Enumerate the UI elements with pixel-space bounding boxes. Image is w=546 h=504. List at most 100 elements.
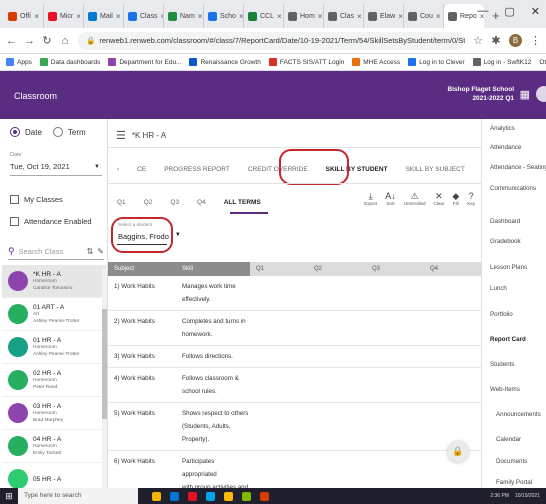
class-list-item[interactable]: 01 ART - A Art Ashley Pearse-Trotter bbox=[2, 298, 106, 331]
browser-tab[interactable]: Hom × bbox=[284, 4, 324, 28]
column-header[interactable]: Q1 bbox=[250, 262, 308, 276]
nav-students[interactable]: Students bbox=[490, 361, 514, 368]
user-avatar[interactable] bbox=[536, 86, 546, 102]
nav-analytics[interactable]: Analytics bbox=[490, 125, 515, 132]
tab-standards[interactable]: STANDARDS bbox=[474, 166, 481, 173]
browser-tab[interactable]: Offi × bbox=[4, 4, 44, 28]
grade-cell[interactable] bbox=[250, 346, 308, 367]
column-header[interactable]: Subject bbox=[108, 262, 176, 276]
grade-cell[interactable] bbox=[308, 451, 366, 488]
bookmark-item[interactable]: Data dashboards bbox=[39, 58, 100, 66]
grade-cell[interactable] bbox=[308, 403, 366, 450]
grade-cell[interactable] bbox=[366, 368, 424, 402]
chevron-left-icon[interactable]: ‹ bbox=[108, 166, 128, 173]
column-header[interactable]: Q4 bbox=[424, 262, 481, 276]
browser-tab[interactable]: Micr × bbox=[44, 4, 84, 28]
reload-icon[interactable]: ↻ bbox=[42, 34, 52, 47]
windows-start-icon[interactable]: ⊞ bbox=[0, 488, 18, 504]
class-list-scrollbar[interactable] bbox=[102, 269, 107, 488]
close-icon[interactable]: × bbox=[318, 12, 323, 21]
browser-tab[interactable]: Nam × bbox=[164, 4, 204, 28]
url-field[interactable]: 🔒 renweb1.renweb.com/classroom/#/class/7/… bbox=[78, 31, 465, 50]
grade-cell[interactable] bbox=[250, 368, 308, 402]
quarter-tab[interactable]: Q2 bbox=[135, 199, 162, 206]
browser-tab[interactable]: Class× bbox=[124, 4, 164, 28]
grade-cell[interactable] bbox=[424, 311, 481, 345]
extensions-icon[interactable]: ✱ bbox=[491, 34, 501, 47]
taskbar-app-icon[interactable] bbox=[152, 491, 161, 501]
close-icon[interactable]: × bbox=[398, 12, 403, 21]
taskbar-app-icon[interactable] bbox=[188, 491, 197, 501]
taskbar-app-icon[interactable] bbox=[170, 491, 179, 501]
column-header[interactable]: Q3 bbox=[366, 262, 424, 276]
nav-communications[interactable]: Communications bbox=[490, 185, 536, 192]
close-icon[interactable]: × bbox=[357, 12, 362, 21]
bookmark-item[interactable]: Renaissance Growth bbox=[189, 58, 261, 66]
grade-cell[interactable] bbox=[250, 276, 308, 310]
sort-icon[interactable]: ⇅ bbox=[87, 247, 94, 256]
browser-tab[interactable]: Mail × bbox=[84, 4, 124, 28]
key-button[interactable]: ? Key bbox=[467, 191, 475, 206]
browser-tab[interactable]: Clas × bbox=[324, 4, 364, 28]
close-icon[interactable]: × bbox=[116, 12, 121, 21]
class-list-item[interactable]: 05 HR - A bbox=[2, 463, 106, 488]
browser-tab[interactable]: CCL × bbox=[244, 4, 284, 28]
grade-cell[interactable] bbox=[308, 346, 366, 367]
nav-portfolio[interactable]: Portfolio bbox=[490, 311, 513, 318]
bookmark-folder[interactable]: Other bookmarks bbox=[539, 59, 546, 66]
quarter-tab[interactable]: ALL TERMS bbox=[215, 199, 270, 206]
bookmark-item[interactable]: MHE Access bbox=[352, 58, 400, 66]
taskbar-app-icon[interactable] bbox=[206, 491, 215, 501]
date-select[interactable]: Tue, Oct 19, 2021 ▼ bbox=[10, 160, 102, 176]
bookmark-item[interactable]: Apps bbox=[6, 58, 32, 66]
close-icon[interactable]: × bbox=[76, 12, 81, 21]
search-class-input[interactable]: ⚲ Search Class ⇅ ✎ bbox=[8, 244, 104, 260]
nav-lunch[interactable]: Lunch bbox=[490, 285, 507, 292]
grade-cell[interactable] bbox=[250, 311, 308, 345]
nav-attendance-seating-chart[interactable]: Attendance - Seating Chart bbox=[490, 164, 546, 171]
nav-gradebook[interactable]: Gradebook bbox=[490, 238, 521, 245]
close-icon[interactable]: × bbox=[34, 12, 39, 21]
edit-icon[interactable]: ✎ bbox=[97, 247, 104, 256]
term-radio[interactable] bbox=[52, 127, 63, 137]
date-radio[interactable] bbox=[10, 127, 20, 137]
close-icon[interactable]: × bbox=[239, 12, 243, 21]
tab-progress-report[interactable]: PROGRESS REPORT bbox=[155, 166, 239, 173]
grade-cell[interactable] bbox=[366, 276, 424, 310]
quarter-tab[interactable]: Q3 bbox=[161, 199, 188, 206]
grade-cell[interactable] bbox=[424, 276, 481, 310]
export-button[interactable]: ⤓ Export bbox=[364, 191, 377, 206]
grade-cell[interactable] bbox=[366, 311, 424, 345]
class-list-item[interactable]: 02 HR - A Homeroom Peter Reed bbox=[2, 364, 106, 397]
browser-tab[interactable]: Elaw × bbox=[364, 4, 404, 28]
bookmark-item[interactable]: FACTS SIS/ATT Login bbox=[268, 58, 344, 66]
grade-cell[interactable] bbox=[308, 276, 366, 310]
nav-dashboard[interactable]: Dashboard bbox=[490, 218, 520, 225]
browser-tab[interactable]: Cou × bbox=[404, 4, 444, 28]
tab-ce[interactable]: CE bbox=[128, 166, 155, 173]
class-list-item[interactable]: 04 HR - A Homeroom Emily Tackett bbox=[2, 430, 106, 463]
lock-button[interactable]: 🔒 bbox=[447, 440, 469, 462]
grade-cell[interactable] bbox=[366, 451, 424, 488]
bookmark-item[interactable]: Log in - SwftK12 bbox=[472, 58, 531, 66]
quarter-tab[interactable]: Q4 bbox=[188, 199, 215, 206]
forward-icon[interactable]: → bbox=[24, 35, 35, 47]
clear-button[interactable]: ✕ Clear bbox=[434, 191, 445, 206]
unenrolled-button[interactable]: ⚠ Unenrolled bbox=[404, 191, 426, 206]
bookmark-item[interactable]: Log in to Clever bbox=[408, 58, 465, 66]
grade-cell[interactable] bbox=[308, 311, 366, 345]
nav-documents[interactable]: Documents bbox=[496, 458, 527, 465]
close-icon[interactable]: × bbox=[436, 12, 441, 21]
my-classes-checkbox-row[interactable]: My Classes bbox=[10, 195, 63, 204]
attendance-enabled-checkbox-row[interactable]: Attendance Enabled bbox=[10, 217, 92, 226]
taskbar-app-icon[interactable] bbox=[242, 491, 251, 501]
my-classes-checkbox[interactable] bbox=[10, 195, 19, 204]
close-icon[interactable]: × bbox=[277, 12, 282, 21]
taskbar-app-icon[interactable] bbox=[224, 491, 233, 501]
nav-family-portal[interactable]: Family Portal bbox=[496, 479, 532, 486]
nav-report-card[interactable]: Report Card bbox=[490, 336, 526, 343]
menu-kebab-icon[interactable]: ⋮ bbox=[530, 34, 541, 47]
grade-cell[interactable] bbox=[308, 368, 366, 402]
sort-button[interactable]: A↓ Sort bbox=[385, 191, 396, 206]
attendance-enabled-checkbox[interactable] bbox=[10, 217, 19, 226]
